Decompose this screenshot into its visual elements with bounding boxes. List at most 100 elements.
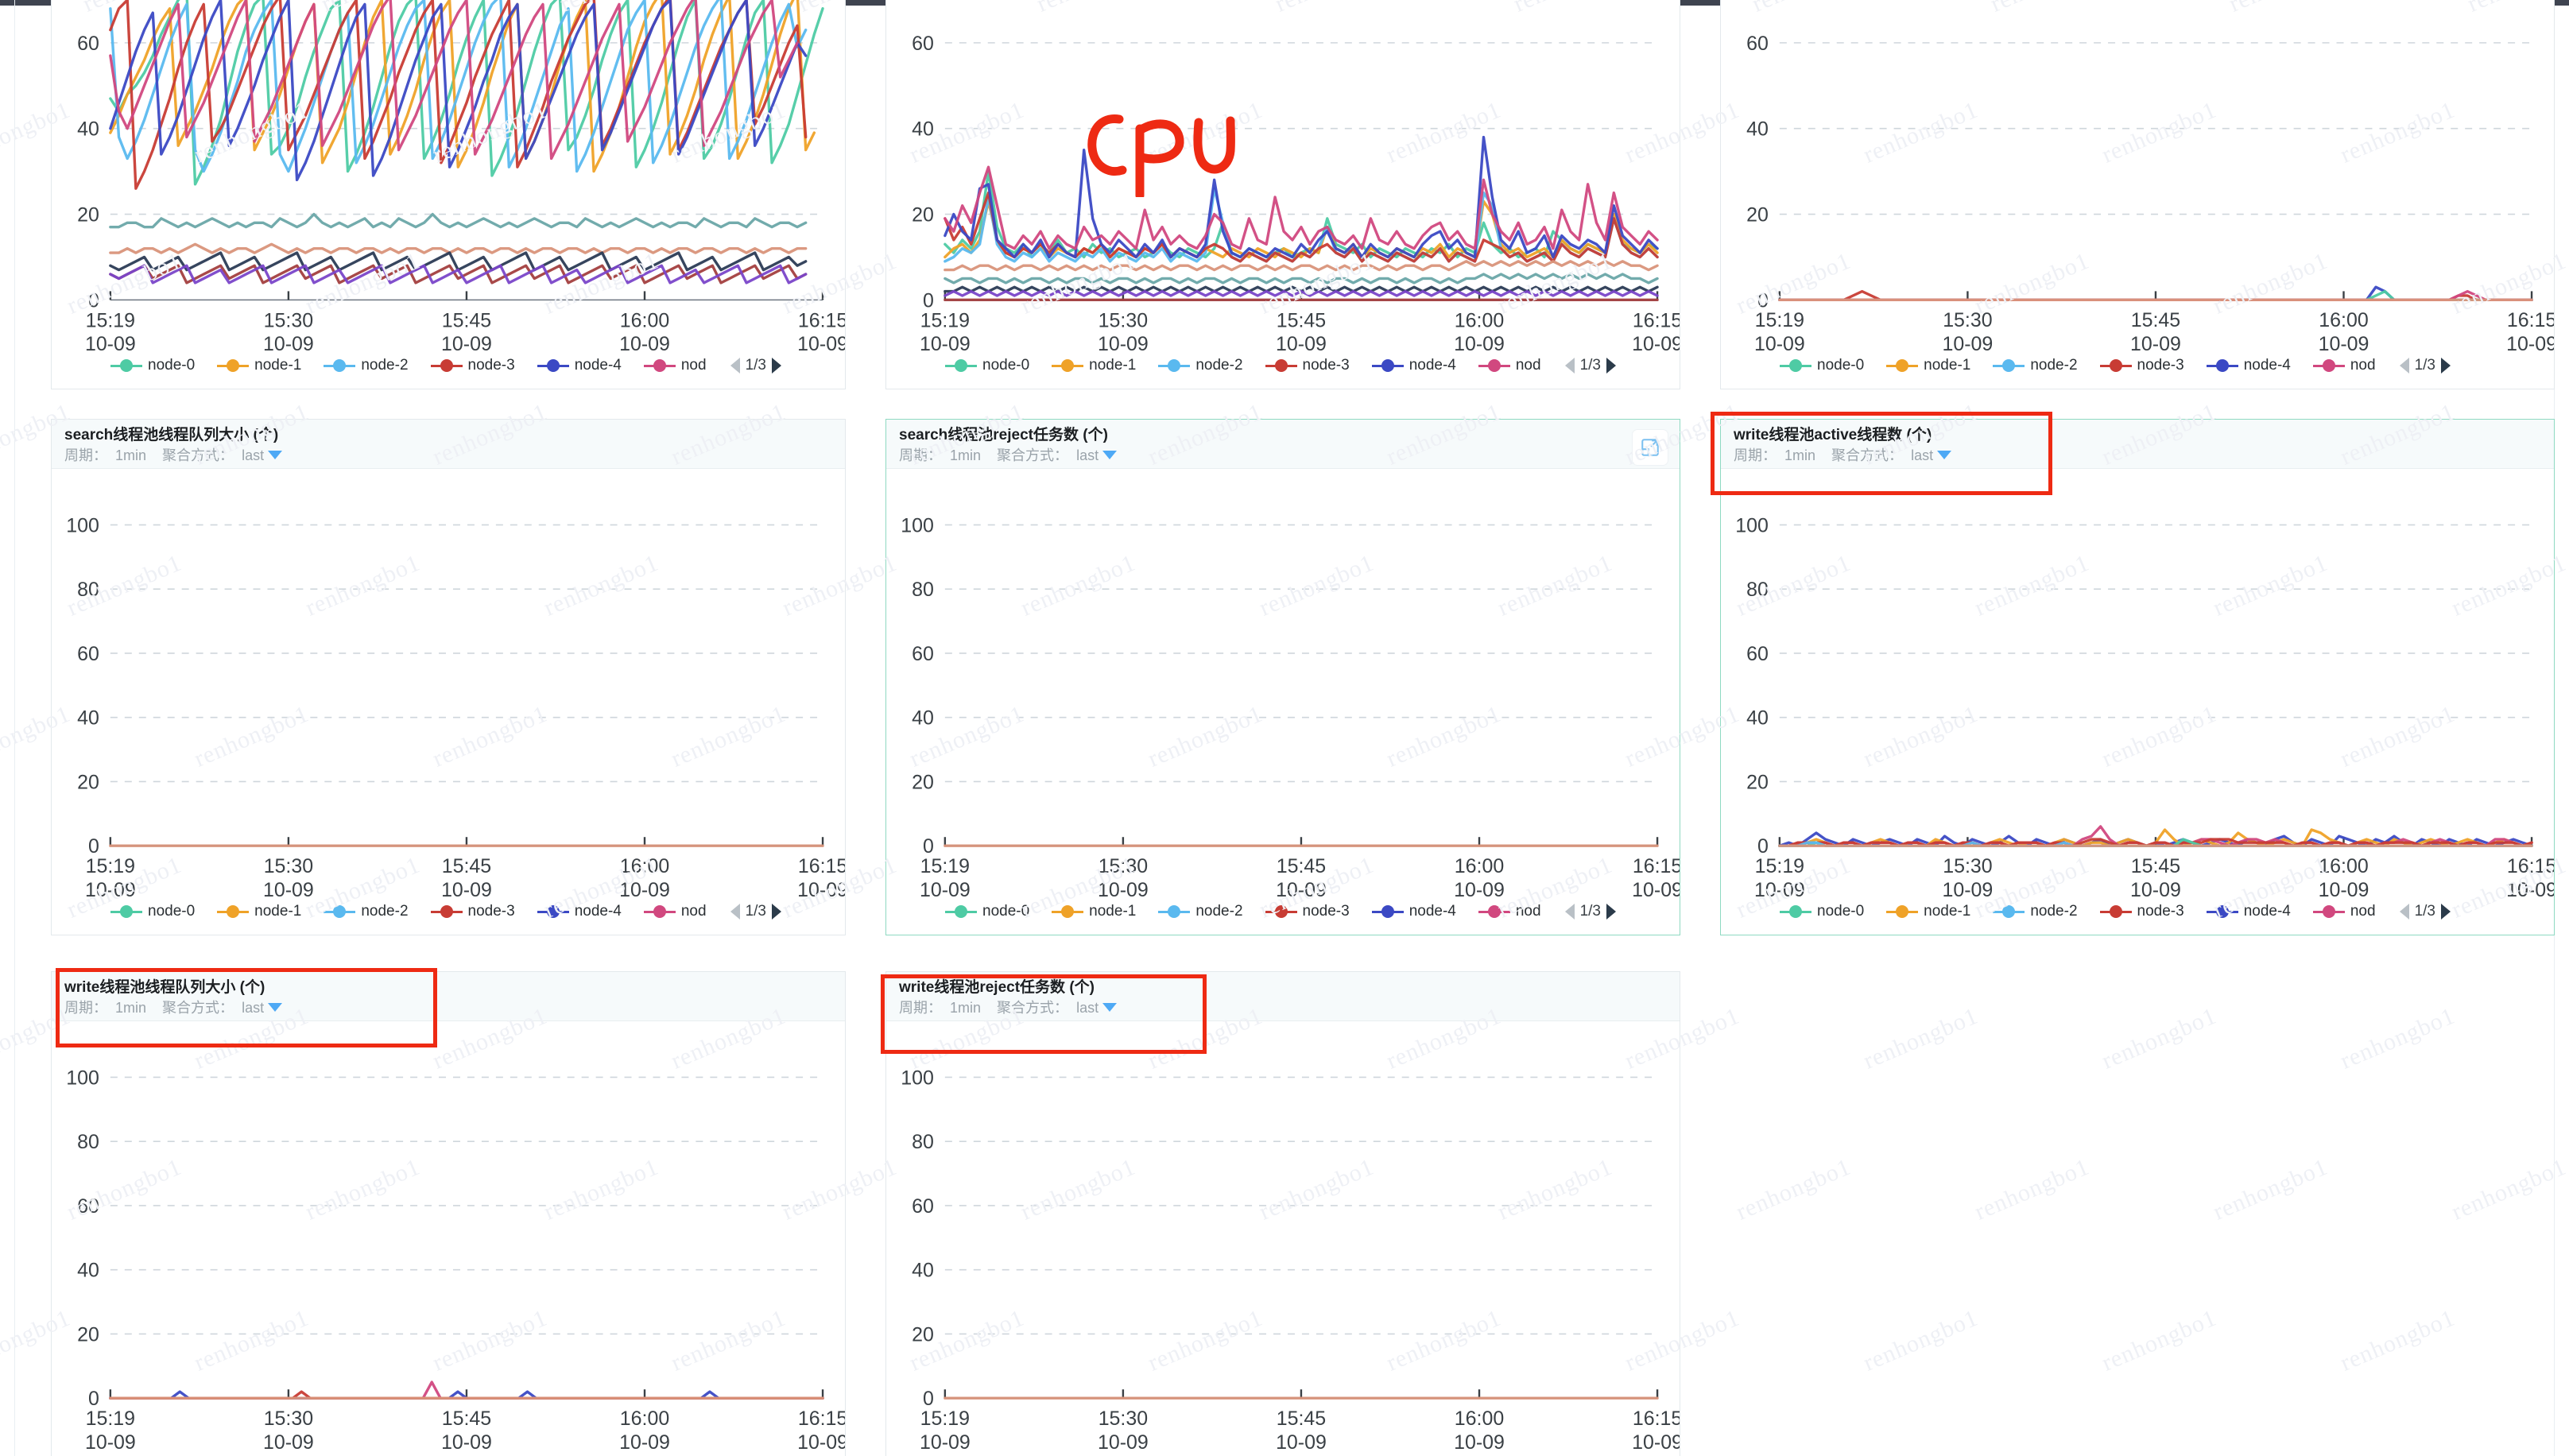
legend-item-node-4[interactable]: node-4: [1371, 357, 1456, 374]
legend-item-node-4[interactable]: node-4: [2206, 903, 2291, 920]
legend-item-node-3[interactable]: node-3: [430, 903, 515, 920]
svg-text:15:30: 15:30: [1099, 309, 1148, 331]
chevron-right-icon[interactable]: [2440, 904, 2451, 920]
svg-text:0: 0: [1757, 835, 1769, 858]
legend-item-nod[interactable]: nod: [2312, 903, 2376, 920]
chevron-down-icon[interactable]: [268, 1003, 283, 1012]
chart-panel-top-2[interactable]: 02040608015:1910-0915:3010-0915:4510-091…: [885, 0, 1680, 389]
chart-panel-write-queue-size[interactable]: write线程池线程队列大小 (个) 周期： 1min 聚合方式： last 0…: [51, 971, 846, 1456]
chart-legend[interactable]: node-0 node-1 node-2: [52, 349, 845, 382]
chevron-down-icon[interactable]: [268, 451, 283, 459]
legend-label: node-4: [1408, 903, 1456, 920]
legend-item-nod[interactable]: nod: [643, 357, 707, 374]
chart-panel-search-queue-size[interactable]: search线程池线程队列大小 (个) 周期： 1min 聚合方式： last …: [51, 419, 846, 935]
legend-item-node-3[interactable]: node-3: [2099, 903, 2184, 920]
legend-item-node-2[interactable]: node-2: [324, 357, 409, 374]
legend-item-node-1[interactable]: node-1: [1886, 903, 1970, 920]
chart-legend[interactable]: node-0 node-1 node-2: [52, 895, 845, 928]
legend-item-node-3[interactable]: node-3: [2099, 357, 2184, 374]
legend-item-node-0[interactable]: node-0: [1780, 357, 1864, 374]
chevron-right-icon[interactable]: [771, 358, 781, 374]
chart-panel-top-1[interactable]: 02040608015:1910-0915:3010-0915:4510-091…: [51, 0, 846, 389]
chevron-right-icon[interactable]: [771, 904, 781, 920]
legend-item-node-0[interactable]: node-0: [110, 357, 195, 374]
legend-item-node-4[interactable]: node-4: [537, 903, 622, 920]
legend-item-nod[interactable]: nod: [2312, 357, 2376, 374]
legend-item-node-2[interactable]: node-2: [324, 903, 409, 920]
panel-body: 02040608015:1910-0915:3010-0915:4510-091…: [886, 0, 1680, 389]
legend-label: node-1: [254, 357, 302, 374]
legend-label: node-4: [574, 903, 622, 920]
aggregation-value[interactable]: last: [1072, 447, 1099, 463]
legend-page-indicator: 1/3: [745, 903, 766, 920]
chart-legend[interactable]: node-0 node-1 node-2: [886, 1447, 1680, 1456]
legend-item-node-1[interactable]: node-1: [1886, 357, 1970, 374]
legend-item-node-1[interactable]: node-1: [217, 903, 301, 920]
legend-item-node-0[interactable]: node-0: [1780, 903, 1864, 920]
chevron-left-icon[interactable]: [730, 904, 740, 920]
chart-panel-search-reject-tasks[interactable]: search线程池reject任务数 (个) 周期： 1min 聚合方式： la…: [885, 419, 1680, 935]
line-chart-search-queue-size[interactable]: 0 20 40 60 80 100 15:19 10-09 15:30 10-09 15:45 10-…: [52, 469, 845, 935]
chart-panel-write-active-threads[interactable]: write线程池active线程数 (个) 周期： 1min 聚合方式： las…: [1720, 419, 2555, 935]
svg-text:60: 60: [912, 643, 934, 665]
line-chart-write-queue-size[interactable]: 0 20 40 60 80 100 15:19 10-09 15:30 10-09 15:45 10-…: [52, 1021, 845, 1456]
chevron-left-icon[interactable]: [2399, 904, 2409, 920]
aggregation-value[interactable]: last: [238, 1000, 264, 1016]
legend-item-node-3[interactable]: node-3: [430, 357, 515, 374]
legend-item-nod[interactable]: nod: [643, 903, 707, 920]
legend-item-node-1[interactable]: node-1: [1052, 903, 1136, 920]
legend-item-node-0[interactable]: node-0: [110, 903, 195, 920]
legend-item-node-0[interactable]: node-0: [945, 903, 1029, 920]
chart-legend[interactable]: node-0 node-1 node-2: [886, 349, 1680, 382]
legend-pager[interactable]: 1/3: [1564, 357, 1616, 374]
chevron-down-icon[interactable]: [1102, 1003, 1118, 1012]
chart-legend[interactable]: node-0 node-1 node-2: [1721, 895, 2554, 928]
legend-item-node-4[interactable]: node-4: [537, 357, 622, 374]
legend-pager[interactable]: 1/3: [2399, 357, 2451, 374]
chevron-right-icon[interactable]: [1606, 358, 1616, 374]
legend-item-node-1[interactable]: node-1: [217, 357, 301, 374]
legend-item-node-4[interactable]: node-4: [2206, 357, 2291, 374]
line-chart-top-1[interactable]: 02040608015:1910-0915:3010-0915:4510-091…: [52, 0, 845, 389]
chevron-left-icon[interactable]: [730, 358, 740, 374]
chevron-down-icon[interactable]: [1937, 451, 1952, 459]
aggregation-value[interactable]: last: [238, 447, 264, 463]
chart-legend[interactable]: node-0 node-1 node-2: [1721, 349, 2554, 382]
chevron-left-icon[interactable]: [1564, 904, 1575, 920]
svg-text:40: 40: [912, 707, 934, 730]
line-chart-top-2[interactable]: 02040608015:1910-0915:3010-0915:4510-091…: [886, 0, 1680, 389]
legend-item-nod[interactable]: nod: [1478, 903, 1541, 920]
legend-swatch: [217, 359, 250, 372]
chart-legend[interactable]: node-0 node-1 node-2: [886, 895, 1680, 928]
legend-pager[interactable]: 1/3: [730, 357, 781, 374]
chevron-right-icon[interactable]: [1606, 904, 1616, 920]
line-chart-write-active-threads[interactable]: 0 20 40 60 80 100 15:19 10-09 15:30 10-09 15:45 10-…: [1721, 469, 2554, 935]
legend-item-nod[interactable]: nod: [1478, 357, 1541, 374]
legend-item-node-0[interactable]: node-0: [945, 357, 1029, 374]
line-chart-search-reject-tasks[interactable]: 0 20 40 60 80 100 15:19 10-09 15:30 10-09 15:45 10-…: [886, 469, 1680, 935]
chevron-right-icon[interactable]: [2440, 358, 2451, 374]
aggregation-value[interactable]: last: [1907, 447, 1933, 463]
legend-pager[interactable]: 1/3: [2399, 903, 2451, 920]
legend-item-node-2[interactable]: node-2: [1993, 357, 2078, 374]
aggregation-value[interactable]: last: [1072, 1000, 1099, 1016]
chart-legend[interactable]: node-0 node-1 node-2: [52, 1447, 845, 1456]
chart-panel-write-reject-tasks[interactable]: write线程池reject任务数 (个) 周期： 1min 聚合方式： las…: [885, 971, 1680, 1456]
legend-item-node-4[interactable]: node-4: [1371, 903, 1456, 920]
legend-item-node-1[interactable]: node-1: [1052, 357, 1136, 374]
line-chart-write-reject-tasks[interactable]: 0 20 40 60 80 100 15:19 10-09 15:30 10-09 15:45 10-…: [886, 1021, 1680, 1456]
legend-pager[interactable]: 1/3: [1564, 903, 1616, 920]
legend-item-node-2[interactable]: node-2: [1158, 357, 1243, 374]
chevron-left-icon[interactable]: [1564, 358, 1575, 374]
legend-item-node-2[interactable]: node-2: [1993, 903, 2078, 920]
legend-pager[interactable]: 1/3: [730, 903, 781, 920]
legend-item-node-3[interactable]: node-3: [1265, 903, 1350, 920]
chart-panel-top-3[interactable]: 02040608015:1910-0915:3010-0915:4510-091…: [1720, 0, 2555, 389]
legend-label: node-2: [361, 903, 409, 920]
chevron-down-icon[interactable]: [1102, 451, 1118, 459]
expand-icon[interactable]: [1632, 429, 1668, 466]
line-chart-top-3[interactable]: 02040608015:1910-0915:3010-0915:4510-091…: [1721, 0, 2554, 389]
chevron-left-icon[interactable]: [2399, 358, 2409, 374]
legend-item-node-2[interactable]: node-2: [1158, 903, 1243, 920]
legend-item-node-3[interactable]: node-3: [1265, 357, 1350, 374]
